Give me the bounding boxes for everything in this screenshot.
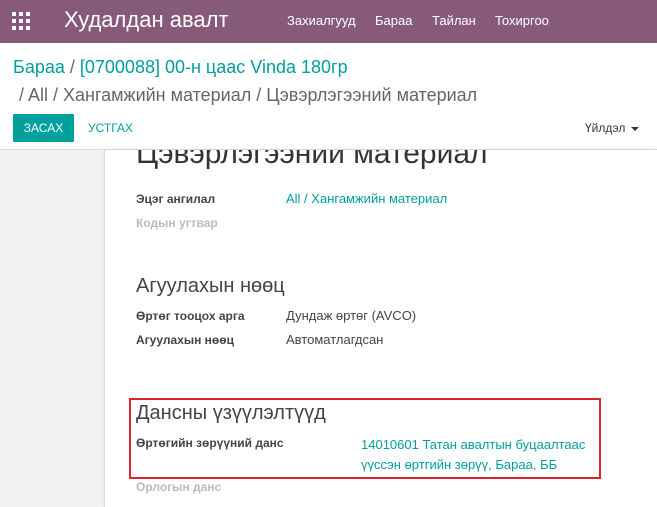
app-title: Худалдан авалт [64,7,229,32]
price-difference-account-label: Өртөгийн зөрүүний данс [136,436,284,450]
action-label: Үйлдэл [585,121,626,135]
inventory-section-title: Агуулахын нөөц [136,275,285,297]
apps-grid-icon[interactable] [12,12,30,30]
caret-down-icon [631,126,640,131]
costing-method-label: Өртөг тооцох арга [136,309,245,323]
breadcrumb-separator: / [69,57,80,77]
form-sheet: Цэвэрлэгээний материал Эцэг ангилал All … [104,150,657,507]
breadcrumb: Бараа / [0700088] 00-н цаас Vinda 180гр [13,56,348,78]
menu-products[interactable]: Бараа [375,13,412,29]
accounts-section-title: Дансны үзүүлэлтүүд [136,402,326,424]
code-prefix-label: Кодын угтвар [136,216,218,230]
breadcrumb-root-link[interactable]: Бараа [13,57,65,77]
price-difference-account-link[interactable]: 14010601 Татан авалтын буцаалтаас үүссэн… [361,435,601,475]
breadcrumb-product-link[interactable]: [0700088] 00-н цаас Vinda 180гр [80,57,348,77]
parent-category-label: Эцэг ангилал [136,192,216,206]
income-account-label: Орлогын данс [136,480,222,494]
inventory-valuation-label: Агуулахын нөөц [136,333,234,347]
breadcrumb-category-path: All / Хангамжийн материал / Цэвэрлэгээни… [28,85,478,105]
breadcrumb-current: / All / Хангамжийн материал / Цэвэрлэгээ… [19,84,477,106]
edit-button[interactable]: ЗАСАХ [13,114,74,142]
menu-orders[interactable]: Захиалгууд [287,13,356,29]
action-dropdown[interactable]: Үйлдэл [585,114,640,142]
delete-button[interactable]: УСТГАХ [88,114,133,142]
inventory-valuation-value: Автоматлагдсан [286,332,384,347]
costing-method-value: Дундаж өртөг (AVCO) [286,308,417,323]
breadcrumb-separator: / [19,85,29,105]
category-title: Цэвэрлэгээний материал [136,150,488,170]
top-navbar: Худалдан авалт Захиалгууд Бараа Тайлан Т… [0,0,657,43]
menu-configuration[interactable]: Тохиргоо [495,13,549,29]
parent-category-link[interactable]: All / Хангамжийн материал [286,191,447,207]
menu-reporting[interactable]: Тайлан [432,13,476,29]
